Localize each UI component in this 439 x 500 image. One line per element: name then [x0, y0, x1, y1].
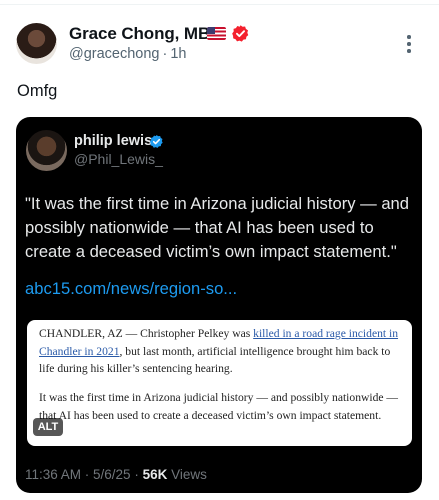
article-screenshot-image[interactable]: CHANDLER, AZ — Christopher Pelkey was ki… [27, 320, 412, 446]
quoted-post-link[interactable]: abc15.com/news/region-so... [25, 279, 237, 299]
quoted-author-name[interactable]: philip lewis [74, 133, 152, 149]
author-name[interactable]: Grace Chong, MBI [69, 24, 215, 44]
article-paragraph-2: It was the first time in Arizona judicia… [39, 391, 399, 422]
quoted-post-timestamp[interactable]: 11:36 AM · 5/6/25 · [25, 467, 143, 482]
views-label: Views [167, 467, 207, 482]
post-text: Omfg [17, 82, 58, 100]
verified-badge-icon[interactable] [149, 134, 164, 149]
more-options-icon[interactable] [405, 35, 413, 55]
author-avatar[interactable] [16, 23, 57, 64]
us-flag-icon [207, 27, 226, 40]
quoted-post-card[interactable]: philip lewis @Phil_Lewis_ "It was the fi… [16, 117, 422, 493]
author-handle[interactable]: @gracechong [69, 46, 160, 62]
quoted-author-handle[interactable]: @Phil_Lewis_ [74, 151, 163, 167]
top-divider [0, 4, 439, 5]
views-count: 56K [142, 467, 168, 482]
author-handle-row: @gracechong · 1h [69, 46, 186, 62]
verified-badge-icon[interactable] [231, 24, 250, 43]
article-paragraph-1: CHANDLER, AZ — Christopher Pelkey was ki… [39, 325, 401, 378]
quoted-post-text: "It was the first time in Arizona judici… [25, 194, 410, 261]
article-text: CHANDLER, AZ — Christopher Pelkey was [39, 327, 254, 340]
quoted-author-avatar[interactable] [26, 130, 67, 171]
alt-text-badge[interactable]: ALT [33, 418, 63, 436]
post-time[interactable]: 1h [170, 46, 186, 62]
separator-dot: · [162, 46, 168, 62]
quoted-post-meta: 11:36 AM · 5/6/25 · 56K Views [25, 467, 207, 482]
